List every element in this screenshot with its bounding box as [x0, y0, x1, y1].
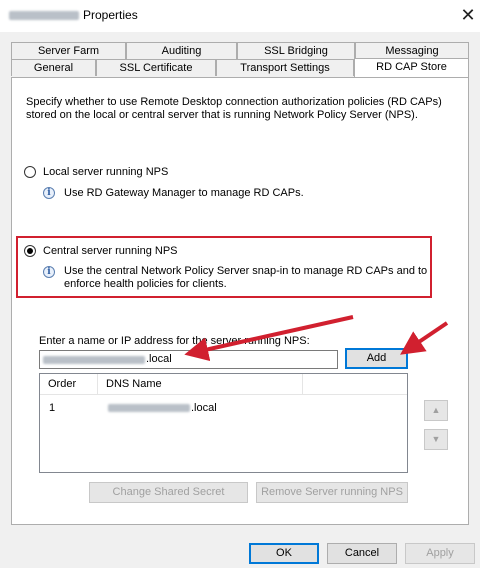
window-title: Properties	[83, 8, 138, 22]
description-line-1: Specify whether to use Remote Desktop co…	[26, 96, 442, 108]
ok-button[interactable]: OK	[249, 543, 319, 564]
tab-ssl-certificate[interactable]: SSL Certificate	[96, 59, 216, 76]
close-icon[interactable]: ✕	[456, 2, 480, 28]
apply-button[interactable]: Apply	[405, 543, 475, 564]
title-bar: Properties ✕	[0, 0, 480, 32]
change-shared-secret-button[interactable]: Change Shared Secret	[89, 482, 248, 503]
column-divider[interactable]	[97, 374, 98, 395]
tab-messaging[interactable]: Messaging	[355, 42, 469, 59]
nps-server-list[interactable]: Order DNS Name 1 .local	[39, 373, 408, 473]
column-divider[interactable]	[302, 374, 303, 395]
dns-name-redacted	[108, 404, 190, 412]
move-down-button[interactable]: ▼	[424, 429, 448, 450]
tab-auditing[interactable]: Auditing	[126, 42, 237, 59]
move-up-button[interactable]: ▲	[424, 400, 448, 421]
column-header-order[interactable]: Order	[48, 378, 76, 390]
tab-rd-cap-store[interactable]: RD CAP Store	[354, 58, 469, 77]
server-name-redacted	[9, 11, 79, 20]
central-server-info-line-1: Use the central Network Policy Server sn…	[64, 265, 428, 277]
add-button[interactable]: Add	[345, 348, 408, 369]
tab-transport-settings[interactable]: Transport Settings	[216, 59, 354, 76]
local-server-label[interactable]: Local server running NPS	[43, 166, 168, 179]
remove-server-button[interactable]: Remove Server running NPS	[256, 482, 408, 503]
row-order: 1	[49, 402, 56, 414]
server-name-input[interactable]: .local	[39, 350, 338, 369]
central-server-radio[interactable]	[24, 245, 36, 257]
row-dns-suffix: .local	[191, 402, 217, 414]
column-header-dns-name[interactable]: DNS Name	[106, 378, 162, 390]
tab-general[interactable]: General	[11, 59, 96, 76]
central-server-label[interactable]: Central server running NPS	[43, 245, 178, 258]
list-header: Order DNS Name	[40, 374, 407, 395]
tab-ssl-bridging[interactable]: SSL Bridging	[237, 42, 355, 59]
description-line-2: stored on the local or central server th…	[26, 109, 418, 121]
server-name-suffix: .local	[146, 353, 172, 365]
info-icon: i	[43, 187, 55, 199]
server-name-redacted	[43, 356, 145, 364]
local-server-info: Use RD Gateway Manager to manage RD CAPs…	[64, 187, 304, 199]
server-name-label: Enter a name or IP address for the serve…	[39, 335, 310, 347]
info-icon: i	[43, 266, 55, 278]
radio-selected-dot	[27, 248, 33, 254]
local-server-radio[interactable]	[24, 166, 36, 178]
cancel-button[interactable]: Cancel	[327, 543, 397, 564]
central-server-info-line-2: enforce health policies for clients.	[64, 278, 227, 290]
tab-server-farm[interactable]: Server Farm	[11, 42, 126, 59]
